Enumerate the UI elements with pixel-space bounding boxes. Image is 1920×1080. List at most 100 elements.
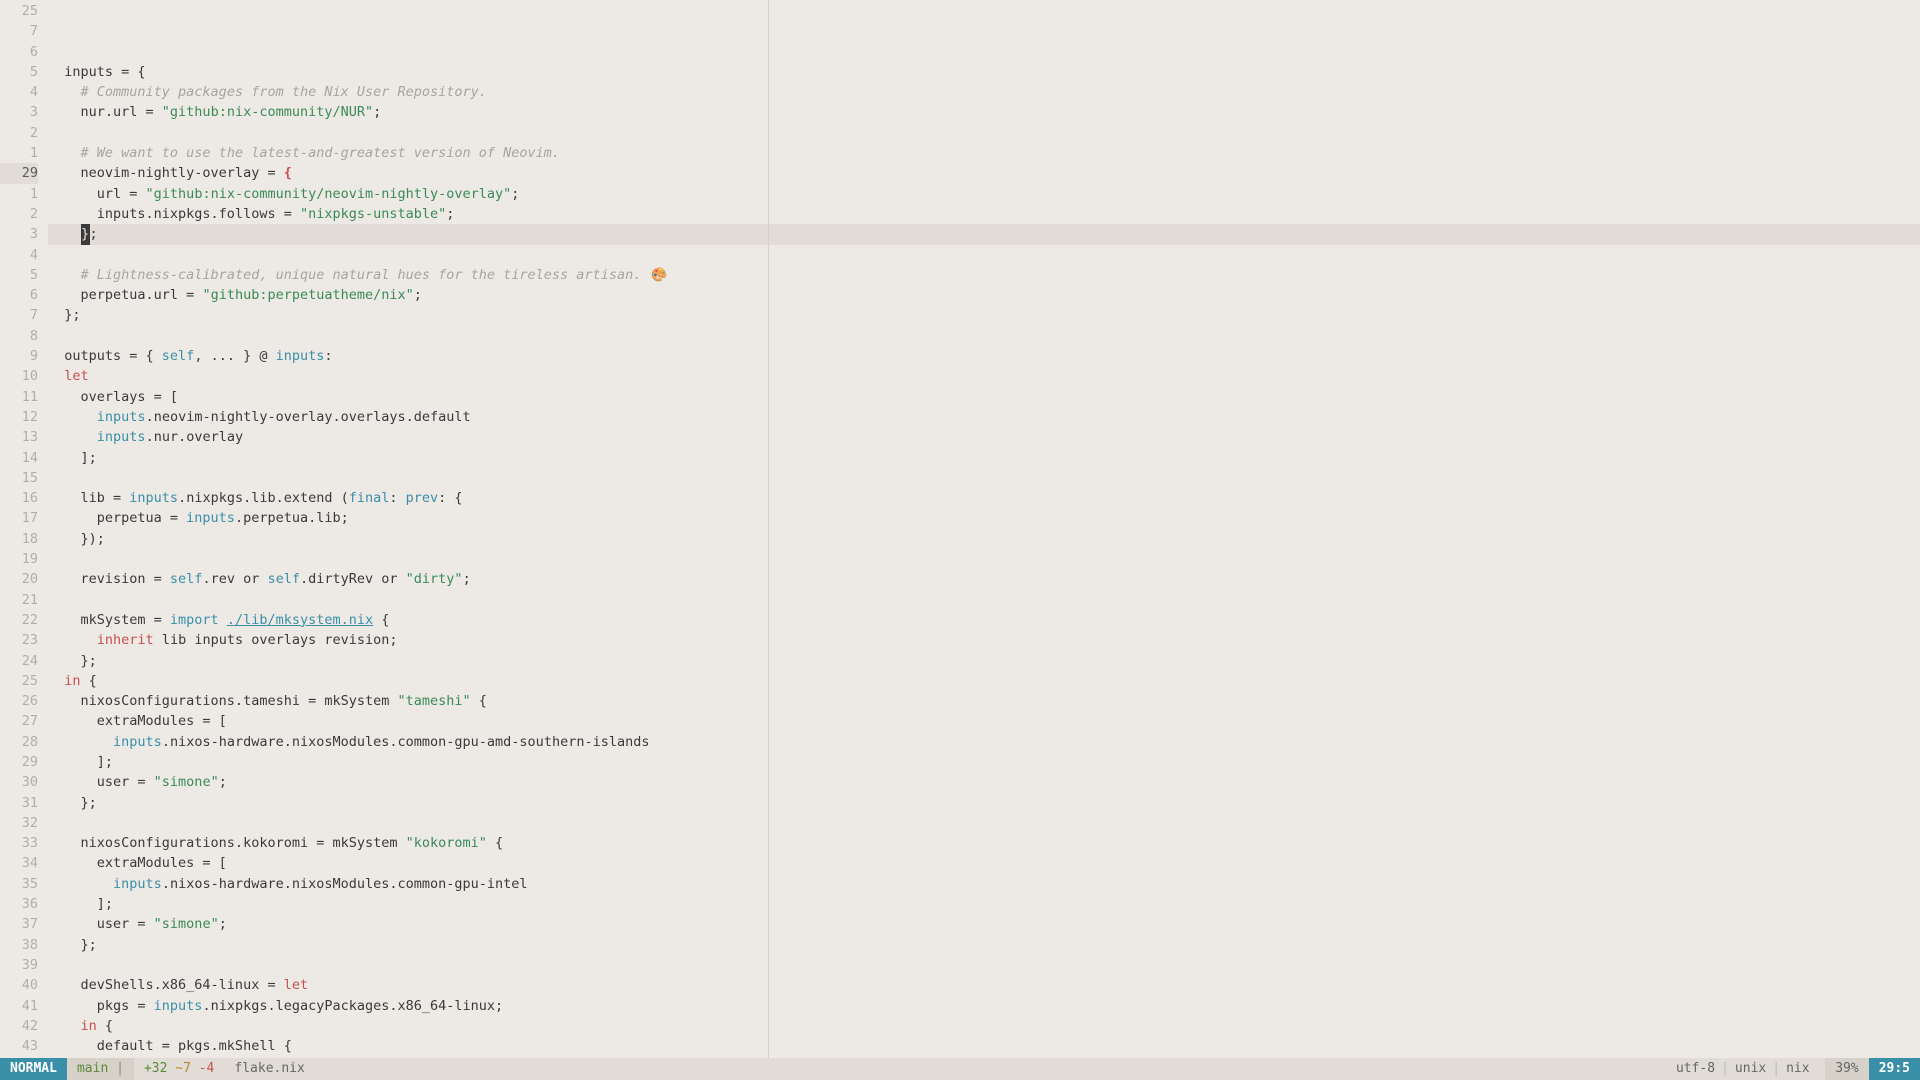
code-line[interactable]: devShells.x86_64-linux = let	[48, 975, 1920, 995]
line-number: 7	[0, 305, 38, 325]
line-number: 2	[0, 123, 38, 143]
color-column	[768, 0, 769, 1058]
code-line[interactable]: inherit lib inputs overlays revision;	[48, 630, 1920, 650]
code-line[interactable]: packages = [ pkgs.just ];	[48, 1056, 1920, 1058]
line-number: 38	[0, 935, 38, 955]
file-format: unix	[1735, 1058, 1766, 1080]
code-line[interactable]: overlays = [	[48, 387, 1920, 407]
code-line[interactable]: };	[48, 305, 1920, 325]
line-number: 19	[0, 549, 38, 569]
line-number: 42	[0, 1016, 38, 1036]
editor-window: 2576543212912345678910111213141516171819…	[0, 0, 1920, 1080]
pipe-separator: |	[108, 1058, 124, 1080]
code-area[interactable]: 2576543212912345678910111213141516171819…	[0, 0, 1920, 1058]
code-line[interactable]: nur.url = "github:nix-community/NUR";	[48, 102, 1920, 122]
code-line[interactable]: ];	[48, 752, 1920, 772]
line-number: 32	[0, 813, 38, 833]
code-line[interactable]: outputs = { self, ... } @ inputs:	[48, 346, 1920, 366]
line-number: 30	[0, 772, 38, 792]
code-line[interactable]	[48, 955, 1920, 975]
code-line[interactable]: nixosConfigurations.tameshi = mkSystem "…	[48, 691, 1920, 711]
code-line[interactable]: });	[48, 529, 1920, 549]
code-line[interactable]: user = "simone";	[48, 914, 1920, 934]
code-line[interactable]: in {	[48, 671, 1920, 691]
code-line[interactable]: lib = inputs.nixpkgs.lib.extend (final: …	[48, 488, 1920, 508]
line-number: 10	[0, 366, 38, 386]
code-line[interactable]: in {	[48, 1016, 1920, 1036]
line-number: 43	[0, 1036, 38, 1056]
code-line[interactable]	[48, 590, 1920, 610]
code-line[interactable]: mkSystem = import ./lib/mksystem.nix {	[48, 610, 1920, 630]
code-line[interactable]: let	[48, 366, 1920, 386]
line-number: 27	[0, 711, 38, 731]
code-line[interactable]: perpetua = inputs.perpetua.lib;	[48, 508, 1920, 528]
code-line[interactable]: neovim-nightly-overlay = {	[48, 163, 1920, 183]
code-line[interactable]: inputs = {	[48, 62, 1920, 82]
code-line[interactable]: nixosConfigurations.kokoromi = mkSystem …	[48, 833, 1920, 853]
code-line[interactable]: };	[48, 224, 1920, 244]
code-line[interactable]: # Community packages from the Nix User R…	[48, 82, 1920, 102]
code-line[interactable]: };	[48, 651, 1920, 671]
code-line[interactable]: ];	[48, 448, 1920, 468]
code-line[interactable]	[48, 813, 1920, 833]
code-line[interactable]: };	[48, 935, 1920, 955]
line-number: 16	[0, 488, 38, 508]
code-line[interactable]: extraModules = [	[48, 711, 1920, 731]
line-number: 14	[0, 448, 38, 468]
line-number: 34	[0, 853, 38, 873]
line-number: 36	[0, 894, 38, 914]
code-line[interactable]: inputs.neovim-nightly-overlay.overlays.d…	[48, 407, 1920, 427]
line-number: 15	[0, 468, 38, 488]
line-number: 23	[0, 630, 38, 650]
code-line[interactable]: # Lightness-calibrated, unique natural h…	[48, 265, 1920, 285]
line-number: 18	[0, 529, 38, 549]
line-number: 22	[0, 610, 38, 630]
code-line[interactable]: # We want to use the latest-and-greatest…	[48, 143, 1920, 163]
code-line[interactable]: revision = self.rev or self.dirtyRev or …	[48, 569, 1920, 589]
code-line[interactable]: ];	[48, 894, 1920, 914]
status-line: NORMAL main | +32 ~7 -4 flake.nix utf-8 …	[0, 1058, 1920, 1080]
code-line[interactable]	[48, 468, 1920, 488]
line-number: 9	[0, 346, 38, 366]
line-number: 37	[0, 914, 38, 934]
line-number: 24	[0, 651, 38, 671]
line-number: 7	[0, 21, 38, 41]
code-line[interactable]	[48, 326, 1920, 346]
statusline-right: utf-8 | unix | nix 39% 29:5	[1676, 1058, 1920, 1080]
code-line[interactable]: inputs.nixpkgs.follows = "nixpkgs-unstab…	[48, 204, 1920, 224]
code-line[interactable]: url = "github:nix-community/neovim-night…	[48, 184, 1920, 204]
git-branch: main |	[67, 1058, 134, 1080]
code-line[interactable]: pkgs = inputs.nixpkgs.legacyPackages.x86…	[48, 996, 1920, 1016]
line-number: 11	[0, 387, 38, 407]
diff-added: +32	[144, 1058, 167, 1080]
code-line[interactable]: inputs.nixos-hardware.nixosModules.commo…	[48, 874, 1920, 894]
line-number-gutter: 2576543212912345678910111213141516171819…	[0, 0, 48, 1058]
code-line[interactable]: default = pkgs.mkShell {	[48, 1036, 1920, 1056]
code-line[interactable]	[48, 123, 1920, 143]
line-number: 26	[0, 691, 38, 711]
separator: |	[1766, 1058, 1786, 1080]
line-number: 29	[0, 163, 38, 183]
filename: flake.nix	[224, 1058, 314, 1080]
line-number: 13	[0, 427, 38, 447]
code-line[interactable]: };	[48, 793, 1920, 813]
code-line[interactable]	[48, 549, 1920, 569]
code-line[interactable]: extraModules = [	[48, 853, 1920, 873]
code-line[interactable]	[48, 245, 1920, 265]
diff-modified: ~7	[175, 1058, 191, 1080]
line-number: 25	[0, 671, 38, 691]
code-line[interactable]: inputs.nur.overlay	[48, 427, 1920, 447]
code-line[interactable]: user = "simone";	[48, 772, 1920, 792]
code-line[interactable]: inputs.nixos-hardware.nixosModules.commo…	[48, 732, 1920, 752]
line-number: 17	[0, 508, 38, 528]
line-number: 12	[0, 407, 38, 427]
branch-name: main	[77, 1058, 108, 1080]
line-number: 5	[0, 62, 38, 82]
line-number: 21	[0, 590, 38, 610]
code-content[interactable]: inputs = { # Community packages from the…	[48, 0, 1920, 1058]
line-number: 40	[0, 975, 38, 995]
line-number: 28	[0, 732, 38, 752]
line-number: 1	[0, 184, 38, 204]
line-number: 4	[0, 245, 38, 265]
code-line[interactable]: perpetua.url = "github:perpetuatheme/nix…	[48, 285, 1920, 305]
